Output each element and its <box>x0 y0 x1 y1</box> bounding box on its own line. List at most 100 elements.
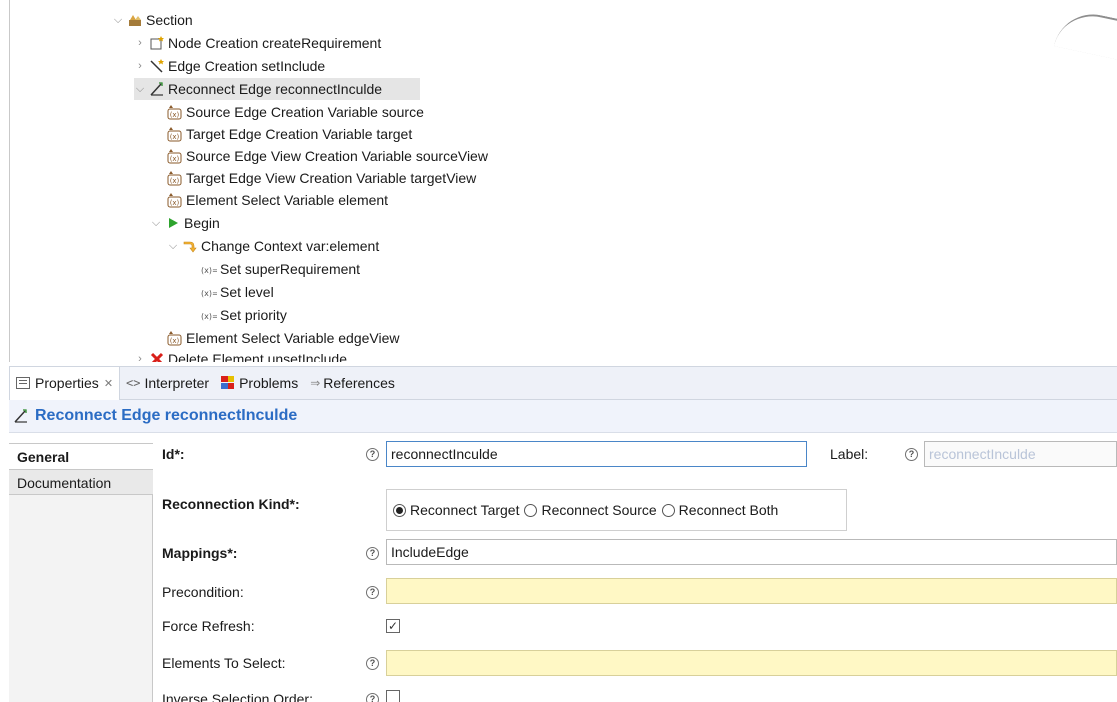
tree-item-label: Begin <box>184 215 220 231</box>
label-label: Label: <box>830 446 869 462</box>
help-icon[interactable]: ? <box>366 448 379 461</box>
tree-item-variable[interactable]: (x) Target Edge View Creation Variable t… <box>167 167 476 189</box>
variable-icon: (x) <box>167 192 183 208</box>
expanded-chevron-icon[interactable]: ⌵ <box>134 78 146 100</box>
tree-left-border <box>9 0 10 362</box>
tree-item-label: Reconnect Edge reconnectInculde <box>168 81 383 97</box>
mappings-label: Mappings*: <box>162 545 238 561</box>
radio-label: Reconnect Both <box>678 502 779 518</box>
tree-item-set[interactable]: (x)= Set superRequirement <box>201 258 360 280</box>
tree-item-label: Set superRequirement <box>220 261 361 277</box>
delete-icon <box>149 351 165 362</box>
tab-label: References <box>323 375 395 391</box>
tree-item-label: Source Edge View Creation Variable sourc… <box>186 148 488 164</box>
node-creation-icon <box>149 35 165 51</box>
close-icon[interactable]: ✕ <box>104 377 113 390</box>
inverse-selection-order-checkbox[interactable] <box>386 690 400 702</box>
tree-item-variable[interactable]: (x) Element Select Variable element <box>167 189 388 211</box>
svg-text:(x)=: (x)= <box>201 266 217 275</box>
tree-item-variable[interactable]: (x) Source Edge View Creation Variable s… <box>167 145 488 167</box>
variable-icon: (x) <box>167 104 183 120</box>
expanded-chevron-icon[interactable]: ⌵ <box>112 9 124 31</box>
help-icon[interactable]: ? <box>366 586 379 599</box>
label-field[interactable]: reconnectInculde <box>924 441 1117 467</box>
tree-item-set[interactable]: (x)= Set priority <box>201 304 287 326</box>
help-icon[interactable]: ? <box>366 547 379 560</box>
tab-label: Problems <box>239 375 299 391</box>
partial-edge-graphic <box>1053 7 1117 67</box>
svg-text:(x)=: (x)= <box>201 312 217 321</box>
tree-item-set[interactable]: (x)= Set level <box>201 281 274 303</box>
radio-label: Reconnect Source <box>541 502 657 518</box>
tab-problems[interactable]: Problems <box>215 367 304 400</box>
tree-item-begin[interactable]: ⌵ Begin <box>150 212 220 234</box>
collapsed-chevron-icon[interactable]: › <box>134 32 146 54</box>
side-tab-documentation[interactable]: Documentation <box>9 469 153 495</box>
view-tab-bar: Properties ✕ <> Interpreter Problems ⇒ R… <box>9 366 1117 400</box>
side-tabs-background <box>9 495 153 702</box>
problems-icon <box>221 376 235 390</box>
tree-item-edge-creation[interactable]: › Edge Creation setInclude <box>134 55 325 77</box>
force-refresh-checkbox[interactable]: ✓ <box>386 619 400 633</box>
set-value-icon: (x)= <box>201 261 219 277</box>
id-label: Id*: <box>162 446 185 462</box>
reconnection-kind-label: Reconnection Kind*: <box>162 496 300 512</box>
elements-to-select-label: Elements To Select: <box>162 655 286 671</box>
variable-icon: (x) <box>167 170 183 186</box>
reconnect-edge-icon <box>149 81 165 97</box>
tree-item-variable[interactable]: (x) Element Select Variable edgeView <box>167 327 400 349</box>
set-value-icon: (x)= <box>201 284 219 300</box>
help-icon[interactable]: ? <box>366 693 379 702</box>
id-field[interactable]: reconnectInculde <box>386 441 807 467</box>
svg-text:(x): (x) <box>170 177 180 185</box>
svg-text:(x): (x) <box>170 155 180 163</box>
tree-item-label: Delete Element unsetInclude <box>168 351 347 362</box>
properties-title: Reconnect Edge reconnectInculde <box>35 407 298 424</box>
radio-reconnect-target[interactable]: Reconnect Target <box>393 502 519 518</box>
reconnection-kind-group: Reconnect Target Reconnect Source Reconn… <box>386 489 847 531</box>
tree-item-delete-element[interactable]: › Delete Element unsetInclude <box>134 348 347 362</box>
tree-item-variable[interactable]: (x) Target Edge Creation Variable target <box>167 123 412 145</box>
expanded-chevron-icon[interactable]: ⌵ <box>150 212 162 234</box>
tree-item-label: Set priority <box>220 307 287 323</box>
tree-item-section[interactable]: ⌵ Section <box>112 9 193 31</box>
tree-item-reconnect-edge[interactable]: ⌵ Reconnect Edge reconnectInculde <box>134 78 420 100</box>
tree-item-node-creation[interactable]: › Node Creation createRequirement <box>134 32 381 54</box>
interpreter-icon: <> <box>126 376 141 390</box>
radio-reconnect-source[interactable]: Reconnect Source <box>524 502 657 518</box>
radio-reconnect-both[interactable]: Reconnect Both <box>661 502 779 518</box>
tab-interpreter[interactable]: <> Interpreter <box>120 367 215 400</box>
expanded-chevron-icon[interactable]: ⌵ <box>167 235 179 257</box>
tree-item-change-context[interactable]: ⌵ Change Context var:element <box>167 235 379 257</box>
outline-tree[interactable]: ⌵ Section › Node Creation createRequirem… <box>0 0 1117 362</box>
elements-to-select-field[interactable] <box>386 650 1117 676</box>
tree-item-label: Node Creation createRequirement <box>168 35 382 51</box>
tab-properties[interactable]: Properties ✕ <box>9 366 121 400</box>
collapsed-chevron-icon[interactable]: › <box>134 348 146 362</box>
tree-item-label: Element Select Variable element <box>186 192 389 208</box>
radio-button[interactable] <box>661 503 675 517</box>
tree-item-label: Section <box>146 12 193 28</box>
collapsed-chevron-icon[interactable]: › <box>134 55 146 77</box>
tree-item-variable[interactable]: (x) Source Edge Creation Variable source <box>167 101 424 123</box>
variable-icon: (x) <box>167 126 183 142</box>
tree-item-label: Set level <box>220 284 274 300</box>
precondition-field[interactable] <box>386 578 1117 604</box>
svg-text:(x)=: (x)= <box>201 289 217 298</box>
variable-icon: (x) <box>167 330 183 346</box>
mappings-field[interactable]: IncludeEdge <box>386 539 1117 565</box>
help-icon[interactable]: ? <box>905 448 918 461</box>
help-icon[interactable]: ? <box>366 657 379 670</box>
section-icon <box>127 12 143 28</box>
tab-references[interactable]: ⇒ References <box>304 367 401 400</box>
tree-item-label: Change Context var:element <box>201 238 380 254</box>
tree-item-label: Target Edge View Creation Variable targe… <box>186 170 477 186</box>
tree-item-label: Target Edge Creation Variable target <box>186 126 413 142</box>
properties-icon <box>16 377 30 389</box>
tree-item-label: Source Edge Creation Variable source <box>186 104 424 120</box>
side-tab-general[interactable]: General <box>9 443 153 469</box>
radio-button[interactable] <box>524 503 538 517</box>
reconnect-edge-icon <box>13 408 29 424</box>
variable-icon: (x) <box>167 148 183 164</box>
radio-button[interactable] <box>393 503 406 517</box>
